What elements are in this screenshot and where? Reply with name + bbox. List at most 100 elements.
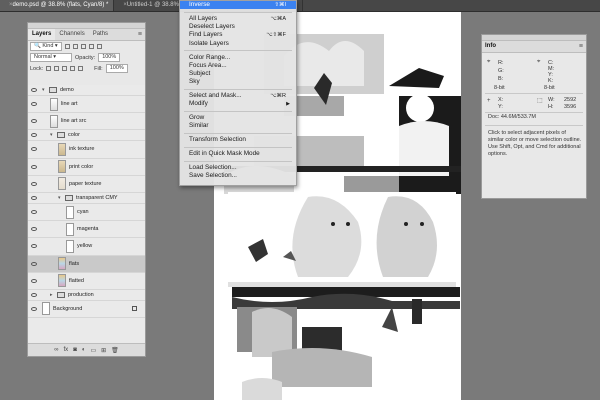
menu-item[interactable]: Similar (180, 122, 296, 130)
layer-name: production (68, 291, 94, 298)
menu-item[interactable]: All Layers ⌥⌘A (180, 15, 296, 23)
kind-filter-label: Kind (42, 43, 54, 49)
blend-mode-select[interactable]: Normal ▾ (30, 53, 72, 62)
visibility-eye-icon[interactable] (31, 210, 37, 215)
layer-name: paper texture (69, 180, 102, 187)
visibility-eye-icon[interactable] (31, 306, 37, 311)
new-layer-icon[interactable]: ⊞ (101, 347, 106, 354)
menu-item[interactable]: Save Selection... (180, 172, 296, 180)
menu-item[interactable]: Subject (180, 70, 296, 78)
visibility-eye-icon[interactable] (31, 292, 37, 297)
info-h-value: 3596 (564, 104, 577, 110)
menu-item[interactable]: Inverse ⇧⌘I (180, 1, 296, 10)
layer-row[interactable]: flatted (28, 273, 145, 290)
visibility-eye-icon[interactable] (31, 244, 37, 249)
layer-row[interactable]: yellow (28, 238, 145, 256)
layer-thumbnail (66, 205, 74, 219)
chevron-right-icon[interactable]: ▸ (50, 292, 54, 298)
chevron-down-icon[interactable]: ▾ (58, 195, 62, 201)
layer-row[interactable]: Background (28, 301, 145, 319)
menu-item[interactable]: Select and Mask... ⌥⌘R (180, 92, 296, 100)
visibility-eye-icon[interactable] (31, 227, 37, 232)
tab-layers[interactable]: Layers (28, 29, 56, 40)
visibility-eye-icon[interactable] (31, 88, 37, 92)
menu-item[interactable]: Deselect Layers (180, 23, 296, 31)
visibility-eye-icon[interactable] (31, 195, 37, 200)
lock-position-icon[interactable] (62, 66, 68, 71)
chevron-down-icon[interactable]: ▾ (50, 132, 54, 138)
layer-group-row[interactable]: ▾ demo (28, 85, 145, 96)
menu-separator (184, 11, 292, 13)
layer-row[interactable]: paper texture (28, 176, 145, 193)
opacity-input[interactable]: 100% (98, 53, 121, 62)
menu-separator (184, 132, 292, 134)
document-tab[interactable]: ×demo.psd @ 38.8% (flats, Cyan/8) * (0, 0, 115, 11)
visibility-eye-icon[interactable] (31, 133, 37, 138)
chevron-down-icon[interactable]: ▾ (42, 87, 46, 93)
folder-icon (57, 291, 65, 298)
layer-row[interactable]: line art src (28, 113, 145, 131)
filter-shape-icon[interactable] (88, 44, 94, 49)
tab-info[interactable]: Info (485, 41, 496, 52)
menu-separator (184, 146, 292, 148)
menu-item[interactable]: Isolate Layers (180, 40, 296, 48)
layer-row[interactable]: print color (28, 159, 145, 176)
layer-group-row[interactable]: ▾ color (28, 130, 145, 142)
visibility-eye-icon[interactable] (31, 164, 37, 169)
kind-filter-select[interactable]: 🔍 Kind ▾ (30, 42, 62, 51)
menu-item[interactable]: Modify ▶ (180, 100, 296, 108)
comic-panel-middle-art (228, 192, 456, 287)
menu-item[interactable]: Find Layers ⌥⇧⌘F (180, 31, 296, 39)
lock-all-icon[interactable] (78, 66, 84, 71)
visibility-eye-icon[interactable] (31, 181, 37, 186)
menu-item[interactable]: Color Range... (180, 54, 296, 62)
trash-icon[interactable]: 🗑 (111, 347, 119, 354)
eyedropper-rgb-icon[interactable]: ⌖ (487, 59, 494, 66)
panel-menu-icon[interactable]: ≡ (138, 29, 142, 40)
filter-smart-icon[interactable] (96, 44, 102, 49)
menu-item-label: Find Layers (189, 31, 223, 39)
visibility-eye-icon[interactable] (31, 147, 37, 152)
layer-group-row[interactable]: ▾ transparent CMY (28, 193, 145, 204)
blend-opacity-row: Normal ▾ Opacity: 100% (28, 52, 145, 63)
layer-row[interactable]: flats (28, 255, 145, 273)
filter-adjustment-icon[interactable] (72, 44, 78, 49)
menu-item[interactable]: Load Selection... (180, 164, 296, 172)
filter-type-icon[interactable] (80, 44, 86, 49)
visibility-eye-icon[interactable] (31, 278, 37, 283)
menu-item[interactable]: Edit in Quick Mask Mode (180, 150, 296, 158)
visibility-eye-icon[interactable] (31, 119, 37, 124)
layer-row[interactable]: magenta (28, 221, 145, 239)
menu-item[interactable]: Transform Selection (180, 136, 296, 144)
eyedropper-cmyk-icon[interactable]: ⌖ (537, 59, 544, 66)
menu-item-label: Similar (189, 122, 209, 130)
link-layers-icon[interactable]: ∞ (54, 347, 58, 353)
visibility-eye-icon[interactable] (31, 261, 37, 266)
lock-label: Lock: (30, 65, 44, 72)
fill-input[interactable]: 100% (105, 64, 128, 73)
menu-item[interactable]: Grow (180, 114, 296, 122)
layer-style-icon[interactable]: fx (64, 347, 69, 353)
lock-artboard-icon[interactable] (70, 66, 76, 71)
menu-item[interactable]: Sky (180, 78, 296, 86)
info-y-label: Y: (498, 104, 503, 110)
visibility-eye-icon[interactable] (31, 102, 37, 107)
tab-paths[interactable]: Paths (89, 29, 112, 40)
new-group-icon[interactable]: ▭ (90, 347, 96, 354)
info-panel-menu-icon[interactable]: ≡ (579, 41, 583, 52)
layer-row[interactable]: ink texture (28, 141, 145, 159)
comic-panel-bottom (232, 287, 460, 400)
lock-pixels-icon[interactable] (54, 66, 60, 71)
layer-row[interactable]: cyan (28, 204, 145, 222)
layer-mask-icon[interactable]: ◙ (73, 347, 77, 353)
menu-item-label: Color Range... (189, 53, 231, 61)
info-w-label: W: (548, 97, 555, 103)
menu-item-label: All Layers (189, 14, 218, 22)
adjustment-layer-icon[interactable]: ◐ (82, 347, 86, 353)
filter-pixel-icon[interactable] (64, 44, 70, 49)
tab-channels[interactable]: Channels (55, 29, 88, 40)
lock-transparent-icon[interactable] (46, 66, 52, 71)
layer-group-row[interactable]: ▸ production (28, 290, 145, 301)
layer-row[interactable]: line art (28, 96, 145, 114)
menu-item[interactable]: Focus Area... (180, 62, 296, 70)
